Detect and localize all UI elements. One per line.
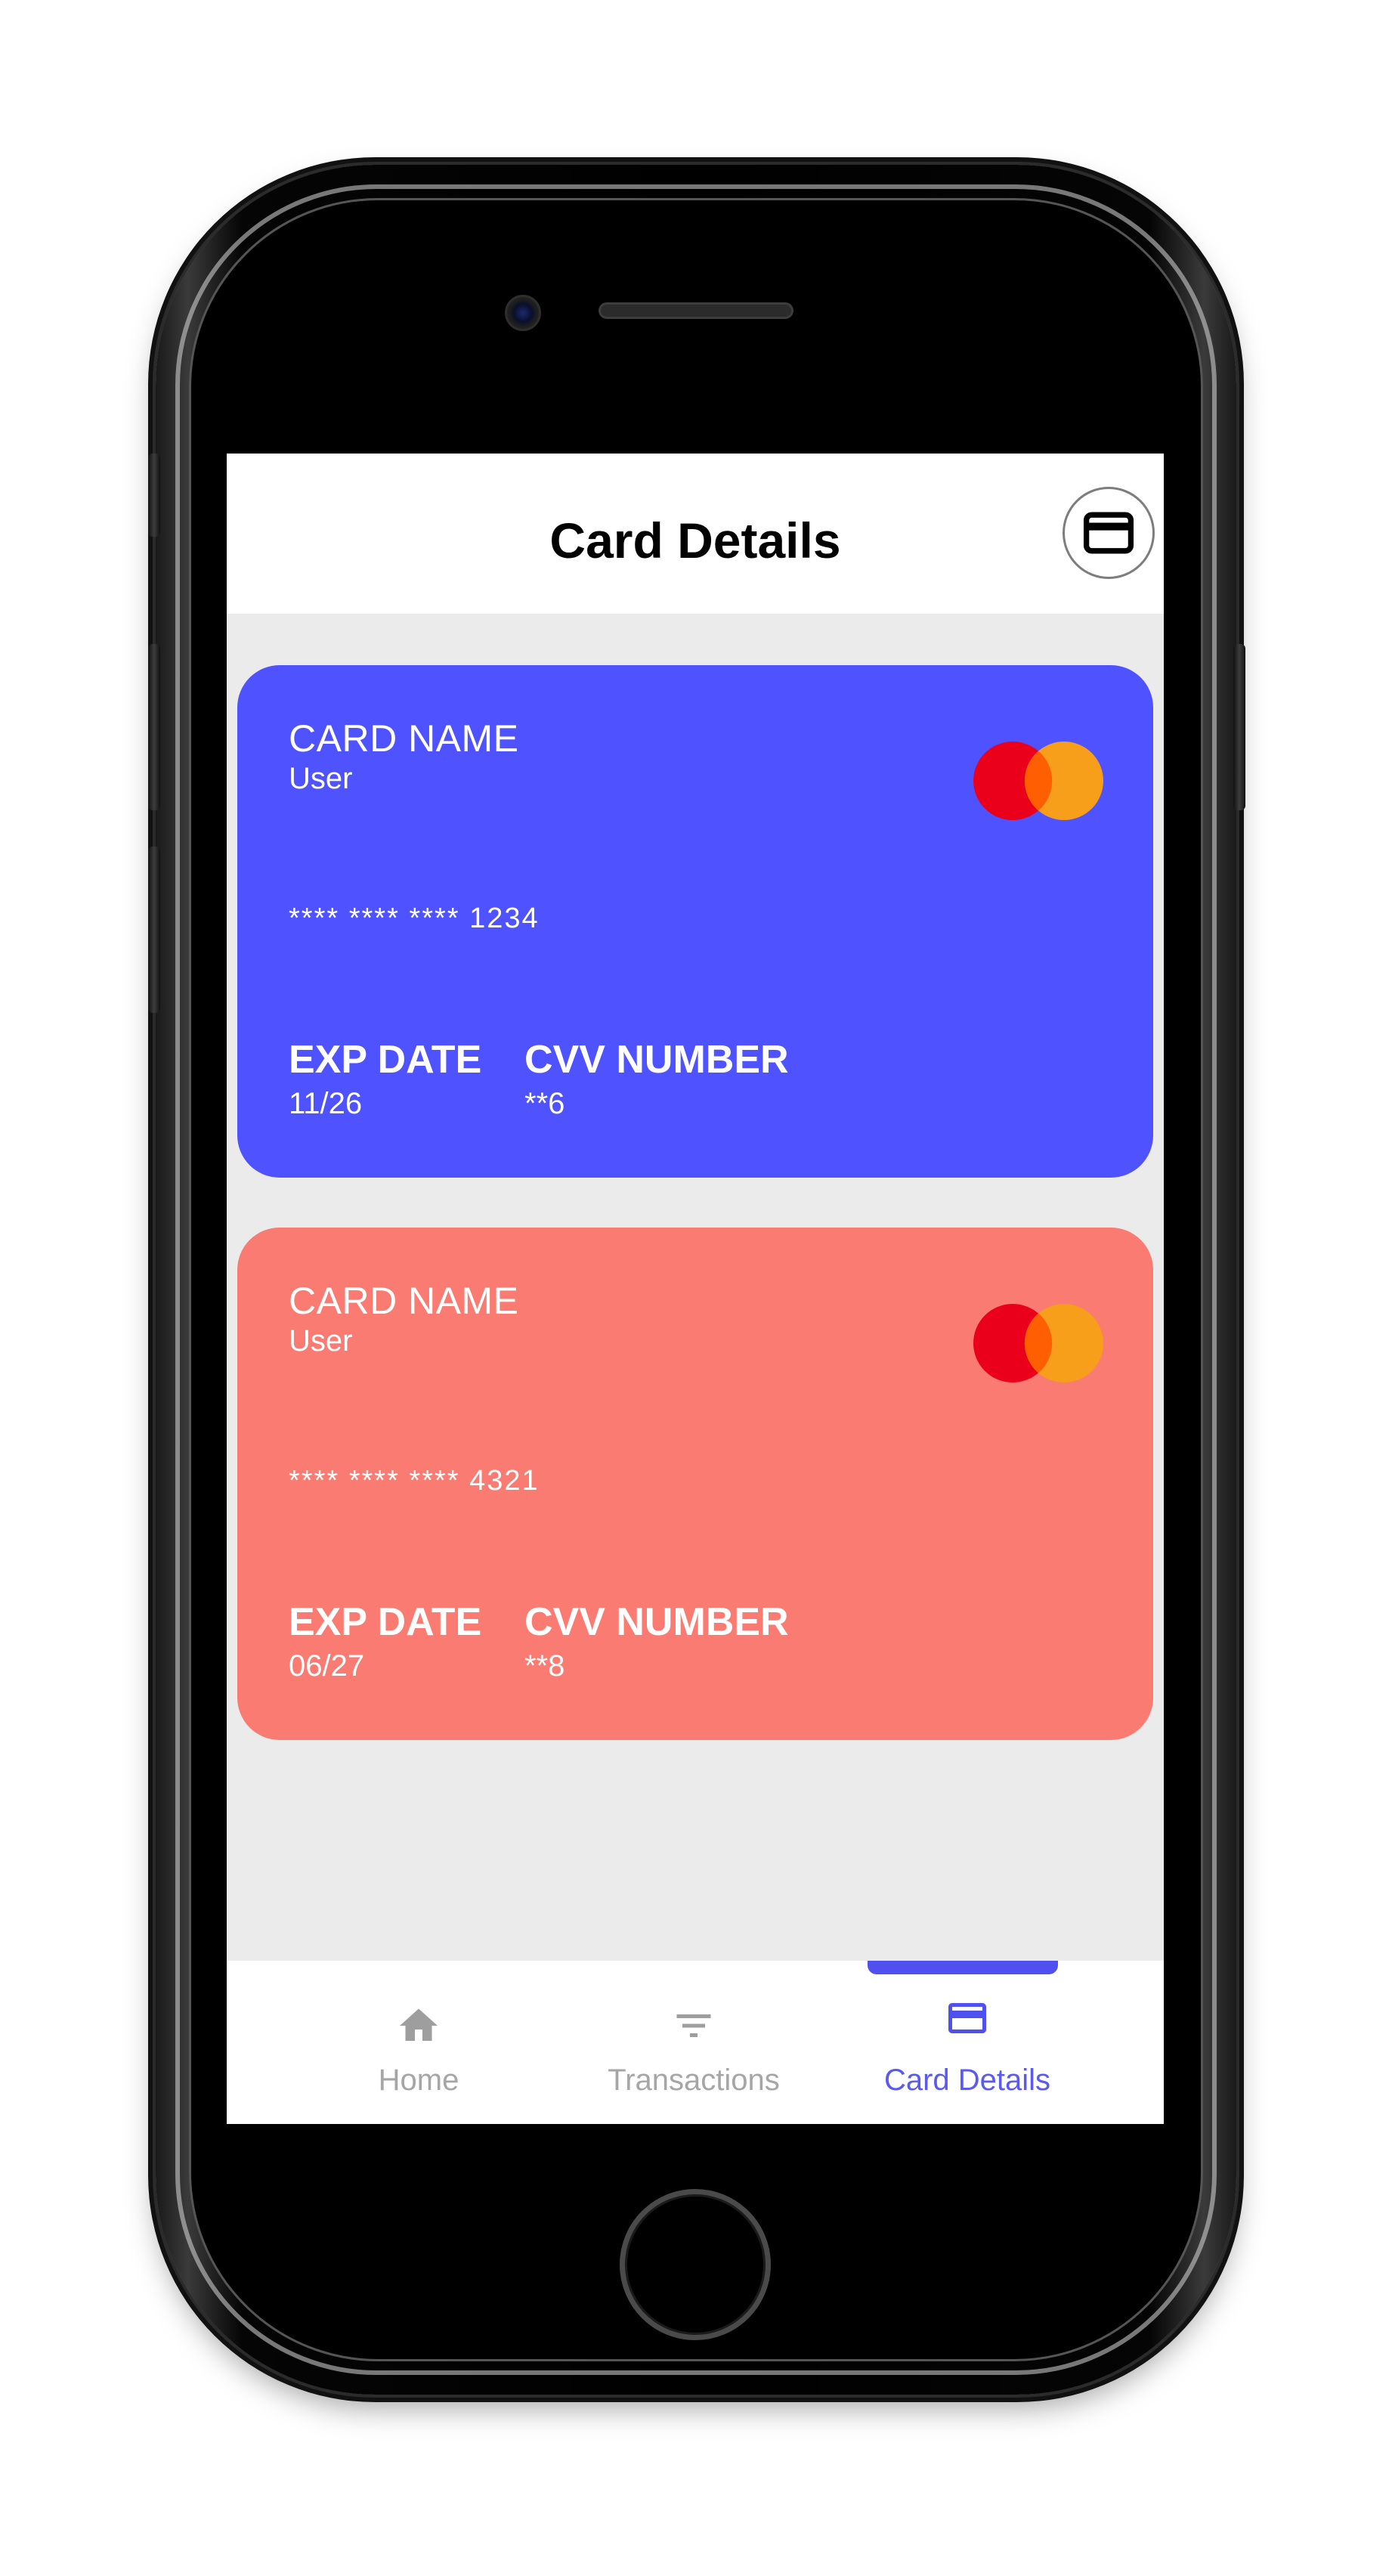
app-header: Card Details xyxy=(227,454,1164,614)
bottom-navigation: Home Transactions Card Details xyxy=(227,1961,1164,2124)
cvv-value: **6 xyxy=(524,1087,565,1120)
nav-item-transactions[interactable]: Transactions xyxy=(558,1961,830,2124)
mastercard-logo-icon xyxy=(973,742,1103,820)
mastercard-logo-icon xyxy=(973,1304,1103,1382)
card-number: **** **** **** 4321 xyxy=(289,1465,540,1497)
nav-item-card-details[interactable]: Card Details xyxy=(831,1961,1103,2124)
card-item[interactable]: CARD NAME User **** **** **** 4321 EXP D… xyxy=(237,1228,1153,1740)
exp-date-label: EXP DATE xyxy=(289,1600,482,1644)
card-item[interactable]: CARD NAME User **** **** **** 1234 EXP D… xyxy=(237,665,1153,1178)
nav-item-label: Transactions xyxy=(608,2064,780,2097)
exp-date-value: 11/26 xyxy=(289,1087,363,1120)
card-name-label: CARD NAME xyxy=(289,1280,519,1322)
credit-card-icon xyxy=(948,2003,986,2033)
exp-date-value: 06/27 xyxy=(289,1649,365,1683)
mute-switch xyxy=(148,454,160,537)
volume-down-button xyxy=(148,847,160,1013)
earpiece-speaker xyxy=(599,302,793,319)
active-tab-indicator xyxy=(868,1961,1058,1974)
card-name-value: User xyxy=(289,762,353,795)
nav-item-home[interactable]: Home xyxy=(283,1961,555,2124)
exp-date-label: EXP DATE xyxy=(289,1038,482,1082)
card-name-label: CARD NAME xyxy=(289,717,519,760)
front-camera xyxy=(505,295,541,331)
nav-item-label: Home xyxy=(378,2064,459,2097)
app-screen: Card Details CARD NAME User **** **** **… xyxy=(227,454,1164,2124)
credit-card-icon xyxy=(1083,512,1134,554)
page-title: Card Details xyxy=(549,512,841,568)
filter-icon xyxy=(676,2014,711,2037)
card-name-value: User xyxy=(289,1324,353,1358)
cvv-label: CVV NUMBER xyxy=(524,1600,789,1644)
home-button[interactable] xyxy=(620,2189,771,2340)
header-card-button[interactable] xyxy=(1063,487,1155,579)
nav-item-label: Card Details xyxy=(883,2064,1051,2097)
cvv-label: CVV NUMBER xyxy=(524,1038,789,1082)
power-button xyxy=(1233,644,1245,810)
cvv-value: **8 xyxy=(524,1649,565,1683)
card-number: **** **** **** 1234 xyxy=(289,903,540,934)
home-icon xyxy=(400,2008,438,2041)
volume-up-button xyxy=(148,644,160,810)
